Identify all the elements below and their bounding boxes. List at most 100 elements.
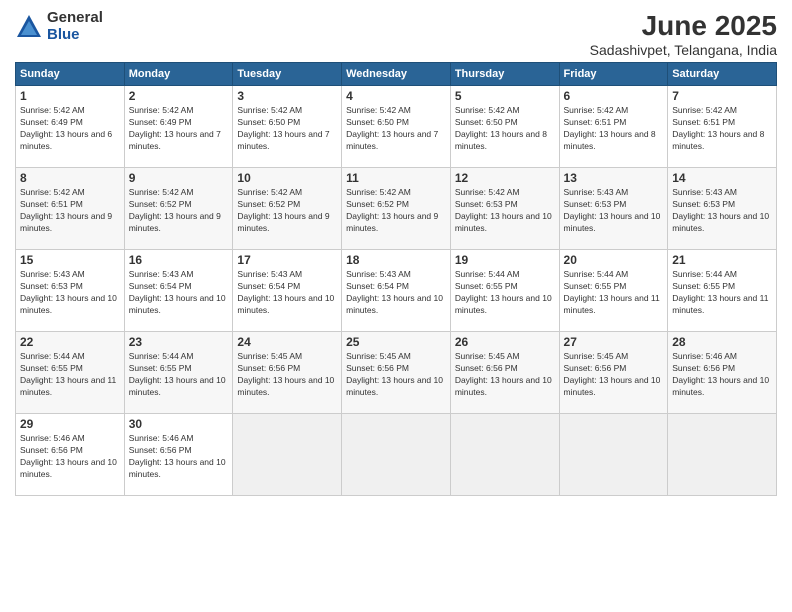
day-number: 9 <box>129 171 229 185</box>
logo-general: General <box>47 10 103 27</box>
calendar-row: 22 Sunrise: 5:44 AMSunset: 6:55 PMDaylig… <box>16 332 777 414</box>
table-row: 16 Sunrise: 5:43 AMSunset: 6:54 PMDaylig… <box>124 250 233 332</box>
day-number: 8 <box>20 171 120 185</box>
calendar-table: Sunday Monday Tuesday Wednesday Thursday… <box>15 62 777 496</box>
day-number: 29 <box>20 417 120 431</box>
day-number: 23 <box>129 335 229 349</box>
day-number: 28 <box>672 335 772 349</box>
day-number: 21 <box>672 253 772 267</box>
header-row: Sunday Monday Tuesday Wednesday Thursday… <box>16 63 777 86</box>
table-row: 13 Sunrise: 5:43 AMSunset: 6:53 PMDaylig… <box>559 168 668 250</box>
cell-info: Sunrise: 5:42 AMSunset: 6:50 PMDaylight:… <box>237 105 329 151</box>
day-number: 22 <box>20 335 120 349</box>
cell-info: Sunrise: 5:44 AMSunset: 6:55 PMDaylight:… <box>455 269 552 315</box>
col-friday: Friday <box>559 63 668 86</box>
subtitle: Sadashivpet, Telangana, India <box>590 42 777 58</box>
table-row: 8 Sunrise: 5:42 AMSunset: 6:51 PMDayligh… <box>16 168 125 250</box>
calendar-row: 29 Sunrise: 5:46 AMSunset: 6:56 PMDaylig… <box>16 414 777 496</box>
logo-icon <box>15 13 43 41</box>
cell-info: Sunrise: 5:42 AMSunset: 6:52 PMDaylight:… <box>346 187 438 233</box>
logo-blue: Blue <box>47 27 103 44</box>
cell-info: Sunrise: 5:46 AMSunset: 6:56 PMDaylight:… <box>20 433 117 479</box>
cell-info: Sunrise: 5:42 AMSunset: 6:51 PMDaylight:… <box>20 187 112 233</box>
cell-info: Sunrise: 5:44 AMSunset: 6:55 PMDaylight:… <box>20 351 116 397</box>
day-number: 27 <box>564 335 664 349</box>
table-row: 7 Sunrise: 5:42 AMSunset: 6:51 PMDayligh… <box>668 86 777 168</box>
cell-info: Sunrise: 5:42 AMSunset: 6:50 PMDaylight:… <box>346 105 438 151</box>
cell-info: Sunrise: 5:42 AMSunset: 6:53 PMDaylight:… <box>455 187 552 233</box>
day-number: 6 <box>564 89 664 103</box>
table-row: 30 Sunrise: 5:46 AMSunset: 6:56 PMDaylig… <box>124 414 233 496</box>
cell-info: Sunrise: 5:45 AMSunset: 6:56 PMDaylight:… <box>564 351 661 397</box>
table-row: 29 Sunrise: 5:46 AMSunset: 6:56 PMDaylig… <box>16 414 125 496</box>
calendar-row: 15 Sunrise: 5:43 AMSunset: 6:53 PMDaylig… <box>16 250 777 332</box>
logo-text: General Blue <box>47 10 103 43</box>
cell-info: Sunrise: 5:46 AMSunset: 6:56 PMDaylight:… <box>129 433 226 479</box>
calendar-row: 1 Sunrise: 5:42 AMSunset: 6:49 PMDayligh… <box>16 86 777 168</box>
table-row: 10 Sunrise: 5:42 AMSunset: 6:52 PMDaylig… <box>233 168 342 250</box>
day-number: 30 <box>129 417 229 431</box>
table-row: 1 Sunrise: 5:42 AMSunset: 6:49 PMDayligh… <box>16 86 125 168</box>
title-area: June 2025 Sadashivpet, Telangana, India <box>590 10 777 58</box>
day-number: 5 <box>455 89 555 103</box>
day-number: 20 <box>564 253 664 267</box>
cell-info: Sunrise: 5:44 AMSunset: 6:55 PMDaylight:… <box>672 269 768 315</box>
day-number: 7 <box>672 89 772 103</box>
day-number: 14 <box>672 171 772 185</box>
table-row <box>668 414 777 496</box>
table-row <box>233 414 342 496</box>
table-row: 17 Sunrise: 5:43 AMSunset: 6:54 PMDaylig… <box>233 250 342 332</box>
col-sunday: Sunday <box>16 63 125 86</box>
table-row: 6 Sunrise: 5:42 AMSunset: 6:51 PMDayligh… <box>559 86 668 168</box>
day-number: 2 <box>129 89 229 103</box>
cell-info: Sunrise: 5:42 AMSunset: 6:52 PMDaylight:… <box>129 187 221 233</box>
cell-info: Sunrise: 5:45 AMSunset: 6:56 PMDaylight:… <box>346 351 443 397</box>
day-number: 18 <box>346 253 446 267</box>
day-number: 10 <box>237 171 337 185</box>
cell-info: Sunrise: 5:43 AMSunset: 6:54 PMDaylight:… <box>129 269 226 315</box>
table-row: 9 Sunrise: 5:42 AMSunset: 6:52 PMDayligh… <box>124 168 233 250</box>
table-row: 4 Sunrise: 5:42 AMSunset: 6:50 PMDayligh… <box>342 86 451 168</box>
cell-info: Sunrise: 5:42 AMSunset: 6:49 PMDaylight:… <box>20 105 112 151</box>
cell-info: Sunrise: 5:42 AMSunset: 6:51 PMDaylight:… <box>564 105 656 151</box>
day-number: 17 <box>237 253 337 267</box>
cell-info: Sunrise: 5:44 AMSunset: 6:55 PMDaylight:… <box>564 269 660 315</box>
logo-area: General Blue <box>15 10 103 43</box>
table-row: 22 Sunrise: 5:44 AMSunset: 6:55 PMDaylig… <box>16 332 125 414</box>
cell-info: Sunrise: 5:43 AMSunset: 6:54 PMDaylight:… <box>346 269 443 315</box>
table-row: 18 Sunrise: 5:43 AMSunset: 6:54 PMDaylig… <box>342 250 451 332</box>
col-saturday: Saturday <box>668 63 777 86</box>
table-row: 3 Sunrise: 5:42 AMSunset: 6:50 PMDayligh… <box>233 86 342 168</box>
day-number: 12 <box>455 171 555 185</box>
table-row: 24 Sunrise: 5:45 AMSunset: 6:56 PMDaylig… <box>233 332 342 414</box>
cell-info: Sunrise: 5:46 AMSunset: 6:56 PMDaylight:… <box>672 351 769 397</box>
day-number: 11 <box>346 171 446 185</box>
header: General Blue June 2025 Sadashivpet, Tela… <box>15 10 777 58</box>
cell-info: Sunrise: 5:42 AMSunset: 6:50 PMDaylight:… <box>455 105 547 151</box>
day-number: 24 <box>237 335 337 349</box>
page: General Blue June 2025 Sadashivpet, Tela… <box>0 0 792 612</box>
cell-info: Sunrise: 5:45 AMSunset: 6:56 PMDaylight:… <box>455 351 552 397</box>
day-number: 4 <box>346 89 446 103</box>
table-row <box>342 414 451 496</box>
col-thursday: Thursday <box>450 63 559 86</box>
day-number: 1 <box>20 89 120 103</box>
table-row: 27 Sunrise: 5:45 AMSunset: 6:56 PMDaylig… <box>559 332 668 414</box>
cell-info: Sunrise: 5:45 AMSunset: 6:56 PMDaylight:… <box>237 351 334 397</box>
day-number: 15 <box>20 253 120 267</box>
main-title: June 2025 <box>590 10 777 42</box>
table-row: 21 Sunrise: 5:44 AMSunset: 6:55 PMDaylig… <box>668 250 777 332</box>
cell-info: Sunrise: 5:44 AMSunset: 6:55 PMDaylight:… <box>129 351 226 397</box>
cell-info: Sunrise: 5:43 AMSunset: 6:54 PMDaylight:… <box>237 269 334 315</box>
table-row: 19 Sunrise: 5:44 AMSunset: 6:55 PMDaylig… <box>450 250 559 332</box>
table-row <box>450 414 559 496</box>
table-row: 5 Sunrise: 5:42 AMSunset: 6:50 PMDayligh… <box>450 86 559 168</box>
col-monday: Monday <box>124 63 233 86</box>
col-wednesday: Wednesday <box>342 63 451 86</box>
calendar-row: 8 Sunrise: 5:42 AMSunset: 6:51 PMDayligh… <box>16 168 777 250</box>
table-row: 26 Sunrise: 5:45 AMSunset: 6:56 PMDaylig… <box>450 332 559 414</box>
cell-info: Sunrise: 5:43 AMSunset: 6:53 PMDaylight:… <box>564 187 661 233</box>
day-number: 3 <box>237 89 337 103</box>
cell-info: Sunrise: 5:42 AMSunset: 6:51 PMDaylight:… <box>672 105 764 151</box>
cell-info: Sunrise: 5:42 AMSunset: 6:52 PMDaylight:… <box>237 187 329 233</box>
